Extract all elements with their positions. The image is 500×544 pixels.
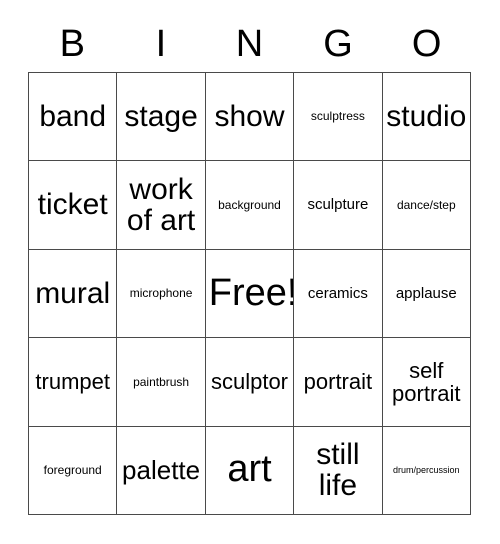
bingo-cell-label: art bbox=[227, 448, 272, 491]
bingo-cell-label: sculptor bbox=[210, 369, 289, 395]
bingo-cell-label: microphone bbox=[129, 286, 193, 301]
bingo-cell-o5-drum-percussion[interactable]: drum/percussion bbox=[382, 426, 471, 515]
bingo-header-letter-i: I bbox=[155, 23, 167, 65]
bingo-cell-i2-work-of-art[interactable]: work of art bbox=[117, 161, 206, 250]
bingo-grid: band stage show sculptress studio ticket work … bbox=[28, 72, 471, 515]
bingo-cell-b5-foreground[interactable]: foreground bbox=[29, 426, 118, 515]
bingo-cell-label: band bbox=[39, 99, 107, 133]
bingo-cell-label: dance/step bbox=[396, 197, 456, 212]
bingo-cell-n5-art[interactable]: art bbox=[205, 426, 295, 515]
bingo-cell-label: Free! bbox=[208, 271, 295, 314]
bingo-cell-o4-self-portrait[interactable]: self portrait bbox=[382, 338, 471, 427]
bingo-cell-g5-still-life[interactable]: still life bbox=[294, 426, 383, 515]
bingo-cell-label: stage bbox=[124, 99, 198, 133]
bingo-cell-b3-mural[interactable]: mural bbox=[29, 249, 118, 339]
bingo-cell-g4-portrait[interactable]: portrait bbox=[294, 338, 383, 427]
bingo-cell-label: drum/percussion bbox=[393, 464, 460, 475]
bingo-cell-label: self portrait bbox=[392, 357, 461, 406]
bingo-cell-i1-stage[interactable]: stage bbox=[117, 73, 206, 162]
bingo-cell-label: mural bbox=[35, 276, 111, 310]
bingo-cell-b2-ticket[interactable]: ticket bbox=[29, 161, 118, 250]
bingo-header-letter-n: N bbox=[235, 23, 264, 65]
bingo-cell-i5-palette[interactable]: palette bbox=[117, 426, 206, 515]
bingo-cell-n3-free[interactable]: Free! bbox=[205, 249, 295, 339]
bingo-cell-label: studio bbox=[386, 99, 467, 133]
bingo-header-letter-o: O bbox=[411, 23, 442, 65]
bingo-cell-label: applause bbox=[395, 284, 457, 302]
bingo-cell-label: work of art bbox=[126, 172, 196, 238]
bingo-cell-label: paintbrush bbox=[133, 374, 190, 389]
bingo-cell-label: sculpture bbox=[307, 196, 369, 214]
bingo-cell-o1-studio[interactable]: studio bbox=[382, 73, 471, 162]
bingo-header-letter-b: B bbox=[59, 23, 85, 65]
bingo-cell-i4-paintbrush[interactable]: paintbrush bbox=[117, 338, 206, 427]
bingo-cell-g2-sculpture[interactable]: sculpture bbox=[294, 161, 383, 250]
bingo-cell-label: foreground bbox=[43, 463, 102, 477]
bingo-cell-b1-band[interactable]: band bbox=[29, 73, 118, 162]
bingo-cell-n4-sculptor[interactable]: sculptor bbox=[205, 338, 295, 427]
bingo-cell-o3-applause[interactable]: applause bbox=[382, 249, 471, 339]
bingo-cell-label: still life bbox=[316, 437, 360, 503]
bingo-cell-i3-microphone[interactable]: microphone bbox=[117, 249, 206, 339]
bingo-cell-label: show bbox=[214, 99, 285, 133]
bingo-cell-n2-background[interactable]: background bbox=[205, 161, 295, 250]
bingo-cell-label: portrait bbox=[303, 369, 373, 395]
bingo-cell-label: background bbox=[218, 197, 281, 212]
bingo-cell-o2-dance-step[interactable]: dance/step bbox=[382, 161, 471, 250]
bingo-cell-label: ceramics bbox=[307, 284, 368, 302]
bingo-cell-label: ticket bbox=[37, 188, 108, 222]
bingo-cell-label: palette bbox=[122, 454, 201, 485]
bingo-cell-g1-sculptress[interactable]: sculptress bbox=[294, 73, 383, 162]
bingo-cell-n1-show[interactable]: show bbox=[205, 73, 295, 162]
bingo-header-row: BINGO bbox=[28, 18, 471, 70]
bingo-cell-b4-trumpet[interactable]: trumpet bbox=[29, 338, 118, 427]
bingo-cell-label: sculptress bbox=[310, 109, 365, 124]
bingo-cell-label: trumpet bbox=[35, 369, 110, 395]
bingo-header-letter-g: G bbox=[323, 23, 353, 65]
bingo-cell-g3-ceramics[interactable]: ceramics bbox=[294, 249, 383, 339]
bingo-card: B I N G O band stage show sculptress studio ticke… bbox=[0, 0, 500, 544]
